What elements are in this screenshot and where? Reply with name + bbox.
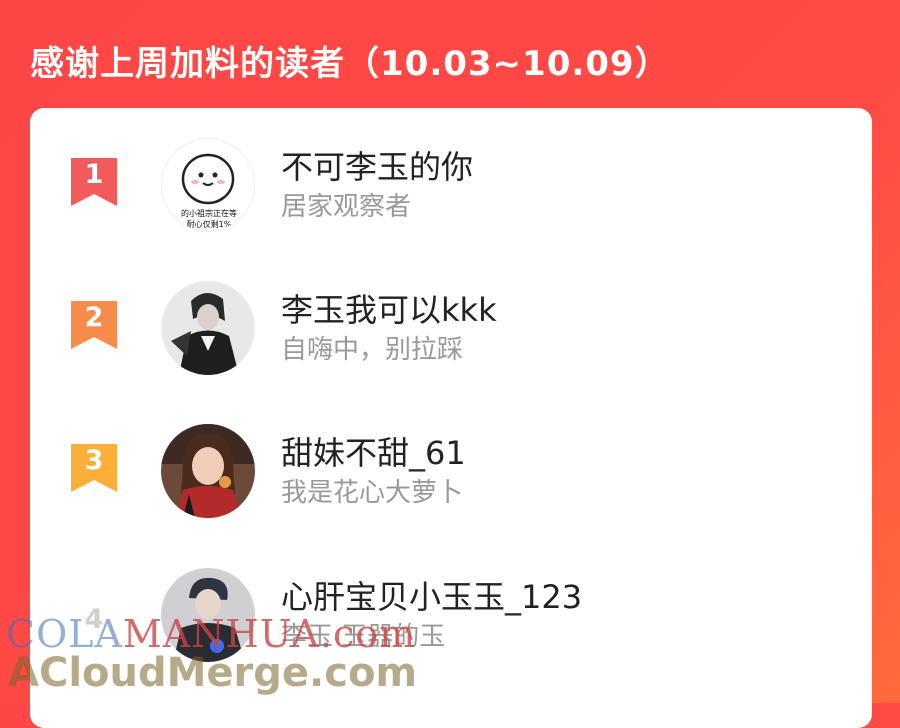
reader-title: 自嗨中，别拉踩 — [281, 335, 464, 365]
rank-badge-1: 1 — [69, 156, 119, 206]
reader-name: 甜妹不甜_61 — [281, 434, 466, 472]
reader-ranking-card: 1 的小祖宗正在等 耐心仅剩1% 不可李玉的你 居家观察者 2 李玉我可以kkk… — [30, 108, 872, 728]
rank-badge-3: 3 — [69, 442, 119, 492]
reader-title: 居家观察者 — [281, 192, 412, 222]
avatar[interactable]: 的小祖宗正在等 耐心仅剩1% — [161, 138, 255, 232]
avatar-caption-2: 耐心仅剩1% — [187, 219, 232, 229]
avatar[interactable] — [161, 424, 255, 518]
rank-number: 2 — [84, 302, 104, 333]
rank-badge-2: 2 — [69, 299, 119, 349]
reader-row-1[interactable]: 1 的小祖宗正在等 耐心仅剩1% 不可李玉的你 居家观察者 — [30, 138, 872, 248]
reader-title: 李玉 玉器的玉 — [281, 622, 446, 652]
reader-row-4[interactable]: 4 心肝宝贝小玉玉_123 李玉 玉器的玉 — [30, 568, 872, 678]
reader-name: 心肝宝贝小玉玉_123 — [281, 578, 583, 616]
avatar[interactable] — [161, 568, 255, 662]
rank-badge-4: 4 — [69, 586, 119, 636]
rank-number: 1 — [84, 159, 104, 190]
rank-number: 4 — [84, 604, 104, 635]
reader-name: 不可李玉的你 — [281, 148, 474, 186]
reader-row-2[interactable]: 2 李玉我可以kkk 自嗨中，别拉踩 — [30, 281, 872, 391]
avatar[interactable] — [161, 281, 255, 375]
rank-number: 3 — [84, 445, 104, 476]
reader-name: 李玉我可以kkk — [281, 291, 497, 329]
reader-row-3[interactable]: 3 甜妹不甜_61 我是花心大萝卜 — [30, 424, 872, 534]
avatar-caption-1: 的小祖宗正在等 — [181, 208, 237, 218]
page-title: 感谢上周加料的读者（10.03~10.09） — [30, 44, 670, 84]
reader-title: 我是花心大萝卜 — [281, 478, 464, 508]
